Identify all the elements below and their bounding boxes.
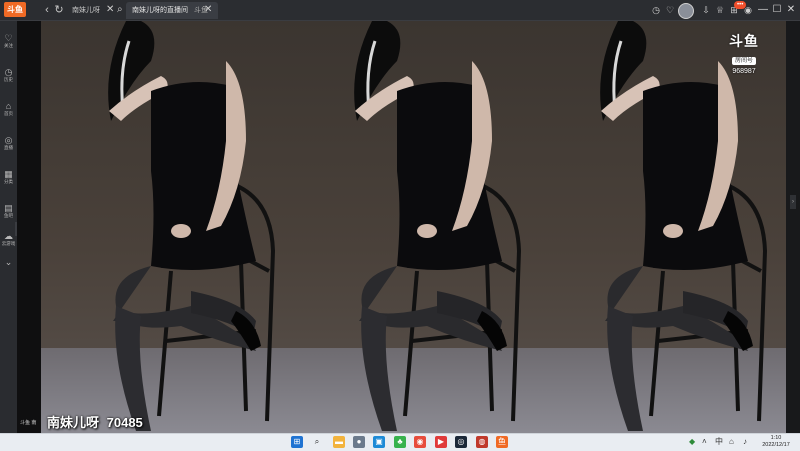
shirt-icon[interactable]: ♕ — [714, 4, 726, 16]
search-icon[interactable]: ⌕ — [311, 436, 323, 448]
sidebar-item-follow[interactable]: ♡ 关注 — [0, 33, 17, 49]
category-icon: ▦ — [4, 169, 13, 179]
room-id: 70485 — [106, 415, 143, 430]
sidebar-item-label: 云游戏 — [1, 241, 16, 246]
download-icon[interactable]: ⇩ — [700, 4, 712, 16]
sidebar-item-live[interactable]: ◎ 直播 — [0, 135, 17, 151]
heart-icon[interactable]: ♡ — [664, 4, 676, 16]
sidebar-item-label: 关注 — [4, 43, 13, 48]
sidebar-item-label: 直播 — [4, 145, 13, 150]
close-window-icon[interactable]: ✕ — [784, 4, 798, 16]
user-app-icon[interactable]: ● — [353, 436, 365, 448]
sidebar-more[interactable]: ⌄ — [0, 257, 17, 267]
video-frame — [41, 21, 287, 433]
taskbar-clock[interactable]: 1:10 2022/12/17 — [758, 435, 794, 449]
avatar[interactable] — [678, 3, 694, 19]
video-frame — [287, 21, 533, 433]
sidebar-item-home[interactable]: ⌂ 首页 — [0, 101, 17, 117]
heart-icon: ♡ — [4, 33, 13, 43]
watermark-room-label: 房间号 — [731, 57, 756, 65]
video-figure — [108, 21, 276, 431]
chat-collapse-handle[interactable]: › — [790, 195, 796, 209]
refresh-icon[interactable]: ↻ — [52, 3, 66, 17]
sidebar-item-history[interactable]: ◷ 历史 — [0, 67, 17, 83]
video-figure — [600, 21, 768, 431]
footer-status: 斗鱼 南 — [20, 420, 37, 426]
douyu-app-icon[interactable]: 鱼 — [496, 436, 508, 448]
netease-music-icon[interactable]: ◉ — [414, 436, 426, 448]
player-letterbox-right — [786, 21, 800, 433]
douyu-logo[interactable]: 斗鱼 — [4, 2, 26, 17]
video-player[interactable]: 斗鱼 房间号 968987 南妹儿呀 70485 — [41, 21, 786, 433]
message-icon[interactable]: ◉ — [742, 4, 754, 16]
browser-toolbar: 斗鱼 ‹ ↻ 南妹儿呀 ✕ ⌕ 南妹儿呀的直播间 斗鱼 ✕ ◷ ♡ ⇩ ♕ ⊞ … — [0, 0, 800, 21]
sidebar-item-label: 首页 — [4, 111, 13, 116]
history-icon[interactable]: ◷ — [650, 4, 662, 16]
tab-label: 南妹儿呀的直播间 — [132, 7, 188, 14]
player-letterbox-left — [17, 21, 41, 433]
sidebar-item-label: 鱼吧 — [4, 213, 13, 218]
close-icon[interactable]: ✕ — [204, 4, 212, 16]
watermark-room-number: 968987 — [732, 68, 756, 75]
steam-icon[interactable]: ◎ — [455, 436, 467, 448]
douyu-watermark: 斗鱼 房间号 968987 — [724, 33, 764, 76]
streamer-overlay: 南妹儿呀 70485 — [47, 412, 143, 431]
fish-bar-icon: ▤ — [4, 203, 13, 213]
windows-start-icon[interactable]: ⊞ — [291, 436, 303, 448]
sidebar-item-fish-bar[interactable]: ▤ 鱼吧 — [0, 203, 17, 219]
minimize-icon[interactable]: — — [756, 4, 770, 16]
chevron-down-icon: ⌄ — [4, 257, 13, 267]
clock-time: 1:10 — [770, 435, 782, 441]
search-icon[interactable]: ⌕ — [117, 4, 123, 16]
game-app-icon[interactable]: ♣ — [394, 436, 406, 448]
taskbar: ⊞ ⌕ ▬ ● ▣ ♣ ◉ ▶ ◎ ◍ 鱼 ◆ ˄ 中 ⌂ ♪ 1:10 202… — [0, 433, 800, 451]
chat-app-icon[interactable]: ◍ — [476, 436, 488, 448]
store-icon[interactable]: ▣ — [373, 436, 385, 448]
video-app-icon[interactable]: ▶ — [435, 436, 447, 448]
chevron-up-icon[interactable]: ˄ — [702, 437, 707, 447]
ime-icon[interactable]: 中 — [715, 437, 723, 447]
close-icon[interactable]: ✕ — [106, 4, 114, 16]
maximize-icon[interactable]: ☐ — [770, 4, 784, 16]
watermark-logo: 斗鱼 — [729, 33, 759, 49]
streamer-name: 南妹儿呀 — [47, 415, 100, 430]
sidebar-item-label: 分类 — [4, 179, 13, 184]
sidebar-item-category[interactable]: ▦ 分类 — [0, 169, 17, 185]
clock-icon: ◷ — [4, 67, 13, 77]
video-figure — [354, 21, 522, 431]
file-explorer-icon[interactable]: ▬ — [333, 436, 345, 448]
sidebar-item-label: 历史 — [4, 77, 13, 82]
clock-date: 2022/12/17 — [762, 442, 790, 448]
live-icon: ◎ — [4, 135, 13, 145]
tab-label: 南妹儿呀 — [72, 7, 100, 14]
home-icon: ⌂ — [5, 101, 12, 111]
video-frame — [533, 21, 786, 433]
tray-app-icon[interactable]: ◆ — [689, 437, 695, 447]
volume-icon[interactable]: ♪ — [743, 437, 747, 447]
network-icon[interactable]: ⌂ — [729, 437, 734, 447]
